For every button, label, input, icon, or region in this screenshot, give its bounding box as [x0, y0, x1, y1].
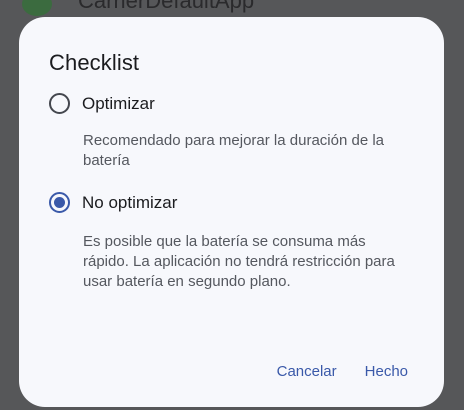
- radio-button-checked-icon[interactable]: [49, 192, 70, 213]
- option-do-not-optimize[interactable]: No optimizar: [49, 192, 177, 213]
- dialog-actions: Cancelar Hecho: [277, 361, 408, 382]
- option-optimize-label: Optimizar: [82, 93, 155, 113]
- dialog-title: Checklist: [49, 50, 140, 75]
- option-optimize-description: Recomendado para mejorar la duración de …: [83, 132, 385, 169]
- option-optimize[interactable]: Optimizar: [49, 93, 155, 114]
- option-do-not-optimize-label: No optimizar: [82, 192, 178, 212]
- app-icon: [22, 0, 52, 16]
- done-button[interactable]: Hecho: [365, 361, 408, 382]
- radio-button-unchecked-icon[interactable]: [49, 93, 70, 114]
- option-do-not-optimize-description: Es posible que la batería se consuma más…: [83, 233, 395, 290]
- cancel-button[interactable]: Cancelar: [277, 361, 337, 382]
- battery-optimization-dialog: Checklist Optimizar Recomendado para mej…: [19, 17, 444, 407]
- background-app-title: CarrierDefaultApp: [78, 0, 255, 13]
